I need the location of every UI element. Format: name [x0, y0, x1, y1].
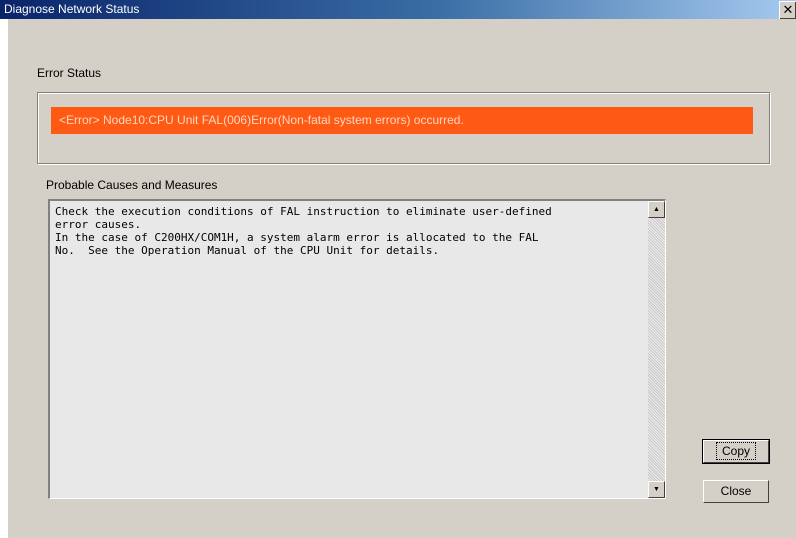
- error-status-group: <Error> Node10:CPU Unit FAL(006)Error(No…: [37, 92, 770, 164]
- window-title: Diagnose Network Status: [4, 2, 140, 16]
- close-button[interactable]: Close: [703, 480, 769, 503]
- error-status-label: Error Status: [37, 66, 102, 80]
- scroll-up-icon: ▲: [653, 206, 660, 213]
- close-window-button[interactable]: ✕: [779, 1, 796, 19]
- close-button-label: Close: [720, 484, 752, 498]
- causes-label: Probable Causes and Measures: [46, 178, 218, 192]
- dialog-window: Diagnose Network Status ✕ Error Status <…: [0, 0, 796, 538]
- causes-text: Check the execution conditions of FAL in…: [55, 205, 552, 257]
- causes-textbox[interactable]: Check the execution conditions of FAL in…: [48, 199, 666, 499]
- copy-button[interactable]: Copy: [702, 439, 770, 464]
- scroll-down-icon: ▼: [653, 486, 660, 493]
- title-bar[interactable]: Diagnose Network Status ✕: [0, 0, 796, 19]
- scroll-up-button[interactable]: ▲: [648, 201, 665, 218]
- close-icon: ✕: [782, 2, 794, 17]
- vertical-scrollbar[interactable]: ▲ ▼: [648, 201, 665, 498]
- error-status-message: <Error> Node10:CPU Unit FAL(006)Error(No…: [51, 107, 753, 134]
- copy-button-label: Copy: [715, 442, 757, 460]
- scroll-down-button[interactable]: ▼: [648, 481, 665, 498]
